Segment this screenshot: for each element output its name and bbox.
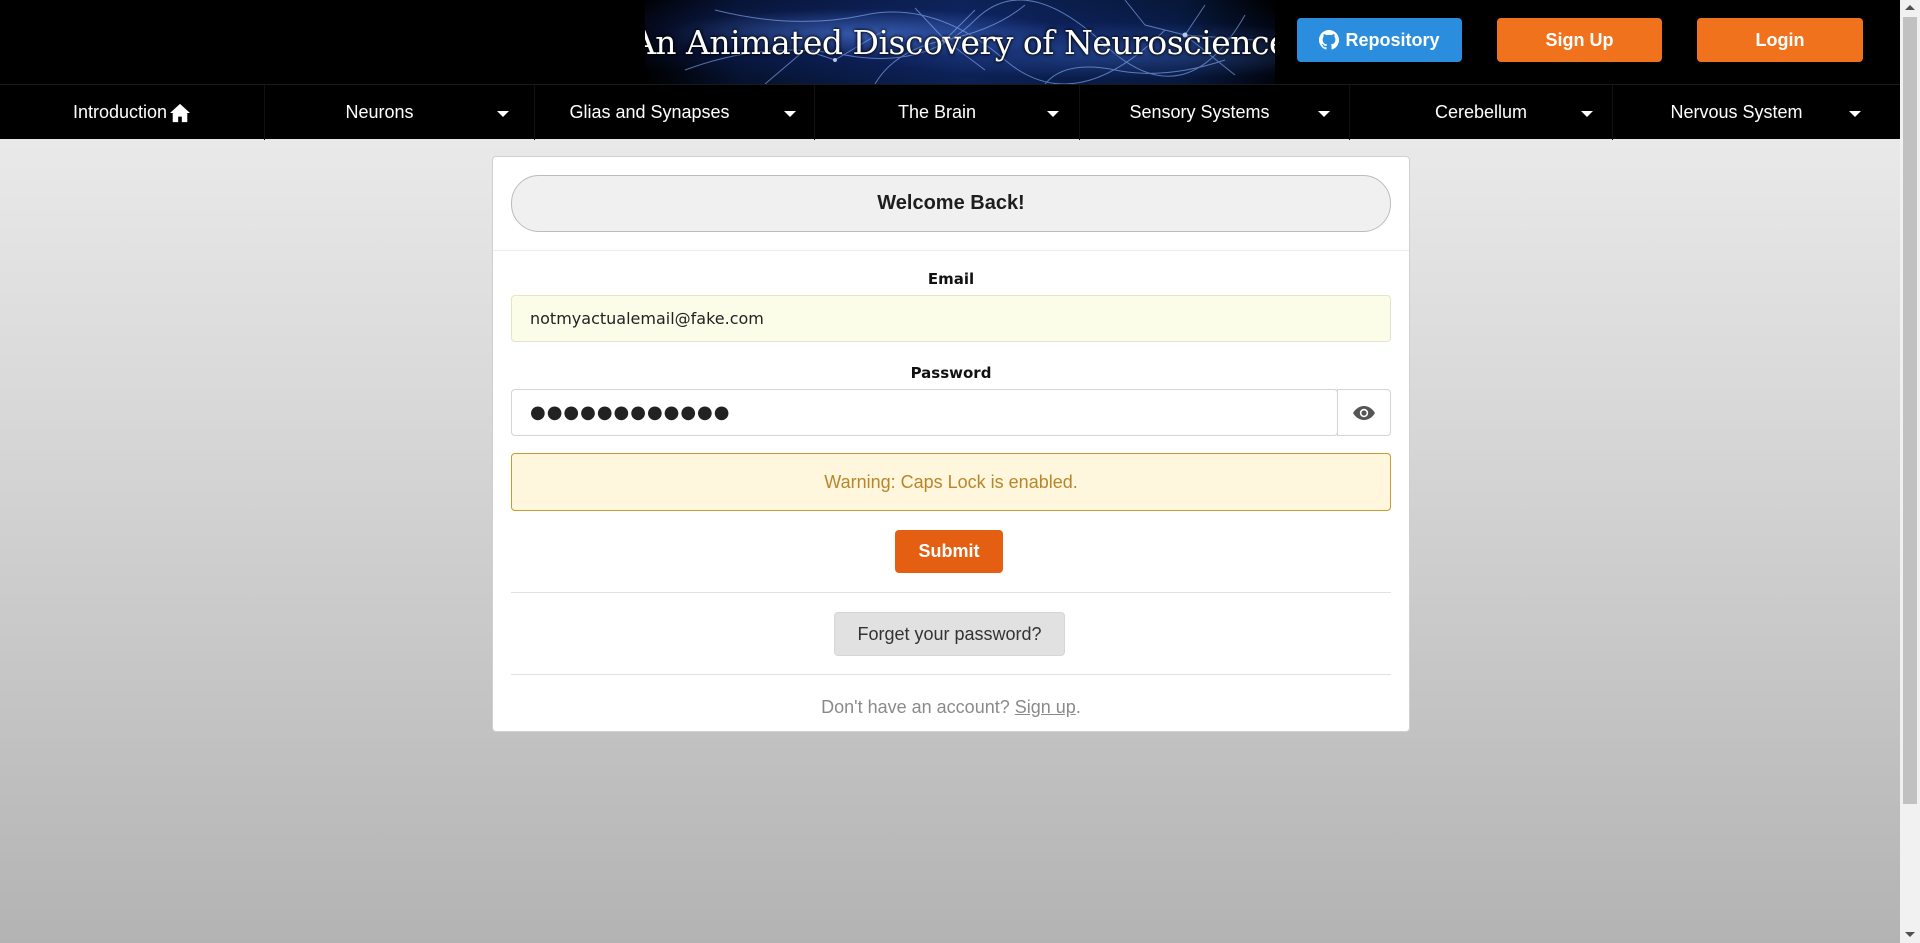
nav-item-glias-and-synapses[interactable]: Glias and Synapses (535, 85, 815, 140)
nav-item-label: Introduction (72, 102, 168, 122)
email-field[interactable]: notmyactualemail@fake.com (511, 295, 1391, 342)
chevron-down-icon (1047, 111, 1059, 117)
nav-item-introduction[interactable]: Introduction (0, 85, 265, 140)
divider (493, 250, 1409, 251)
caps-lock-warning: Warning: Caps Lock is enabled. (511, 453, 1391, 511)
nav-item-label: Cerebellum (1434, 102, 1528, 122)
signup-prompt-line: Don't have an account? Sign up. (493, 697, 1409, 718)
eye-icon (1353, 405, 1375, 420)
signup-suffix: . (1075, 697, 1081, 717)
divider (511, 592, 1391, 593)
banner-title: An Animated Discovery of Neuroscience (645, 22, 1275, 62)
signup-button[interactable]: Sign Up (1497, 18, 1662, 62)
login-card: Welcome Back! Email notmyactualemail@fak… (492, 156, 1410, 732)
site-banner[interactable]: An Animated Discovery of Neuroscience (645, 0, 1275, 84)
chevron-down-icon (1849, 111, 1861, 117)
main-nav: Introduction Neurons Glias and Synapses … (0, 84, 1900, 140)
scroll-up-arrow-icon[interactable] (1905, 5, 1915, 10)
chevron-down-icon (1581, 111, 1593, 117)
scrollbar-thumb[interactable] (1903, 17, 1917, 804)
nav-item-cerebellum[interactable]: Cerebellum (1350, 85, 1613, 140)
repository-button[interactable]: Repository (1297, 18, 1462, 62)
nav-item-neurons[interactable]: Neurons (265, 85, 535, 140)
forgot-password-button[interactable]: Forget your password? (834, 612, 1065, 656)
scroll-down-arrow-icon[interactable] (1905, 932, 1915, 937)
show-password-button[interactable] (1337, 389, 1391, 436)
top-header: An Animated Discovery of Neuroscience Re… (0, 0, 1900, 84)
signup-link[interactable]: Sign up (1015, 697, 1076, 717)
repository-label: Repository (1345, 29, 1440, 50)
signup-prompt-text: Don't have an account? (821, 697, 1010, 717)
password-field[interactable]: ●●●●●●●●●●●● (511, 389, 1338, 436)
login-button[interactable]: Login (1697, 18, 1863, 62)
nav-item-sensory-systems[interactable]: Sensory Systems (1080, 85, 1350, 140)
scrollbar[interactable] (1900, 0, 1920, 943)
email-label: Email (927, 270, 975, 288)
divider (511, 674, 1391, 675)
chevron-down-icon (497, 111, 509, 117)
nav-item-nervous-system[interactable]: Nervous System (1613, 85, 1900, 140)
github-icon (1319, 30, 1340, 50)
nav-item-the-brain[interactable]: The Brain (815, 85, 1080, 140)
password-label: Password (910, 364, 992, 382)
chevron-down-icon (784, 111, 796, 117)
nav-item-label: Nervous System (1670, 102, 1803, 122)
submit-button[interactable]: Submit (895, 530, 1003, 573)
login-heading: Welcome Back! (511, 175, 1391, 232)
home-icon (170, 103, 191, 122)
chevron-down-icon (1318, 111, 1330, 117)
nav-item-label: Glias and Synapses (569, 102, 730, 122)
nav-item-label: The Brain (897, 102, 977, 122)
nav-item-label: Neurons (345, 102, 414, 122)
nav-item-label: Sensory Systems (1129, 102, 1270, 122)
